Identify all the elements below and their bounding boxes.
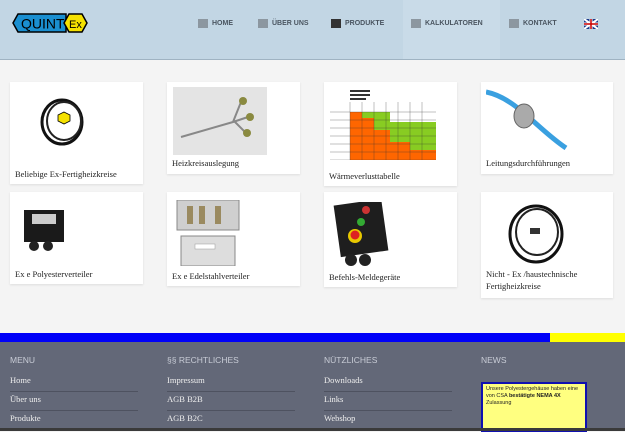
product-label: Beliebige Ex-Fertigheizkreise bbox=[15, 169, 117, 179]
cable-gland-image bbox=[486, 89, 568, 150]
nav-label: ÜBER UNS bbox=[272, 20, 309, 27]
product-label: Ex e Polyesterverteiler bbox=[15, 269, 93, 279]
product-label: Nicht - Ex /haustechnische Fertigheizkre… bbox=[486, 269, 578, 291]
nav-label: PRODUKTE bbox=[345, 20, 385, 27]
footer-link-downloads[interactable]: Downloads bbox=[324, 375, 452, 392]
product-label: Ex e Edelstahlverteiler bbox=[172, 271, 250, 281]
footer-heading: §§ RECHTLICHES bbox=[167, 355, 239, 365]
product-card-waermeverlusttabelle[interactable]: Wärmeverlusttabelle bbox=[324, 82, 457, 186]
footer-link-ueber-uns[interactable]: Über uns bbox=[10, 394, 138, 411]
product-card-edelstahlverteiler[interactable]: Ex e Edelstahlverteiler bbox=[167, 192, 300, 286]
nav-ueber-uns[interactable]: ÜBER UNS bbox=[250, 0, 317, 59]
product-card-polyesterverteiler[interactable]: Ex e Polyesterverteiler bbox=[10, 192, 143, 284]
control-station-image bbox=[333, 202, 389, 266]
calculator-icon bbox=[411, 19, 421, 28]
color-stripe bbox=[0, 333, 625, 342]
product-card-heizkreisauslegung[interactable]: Heizkreisauslegung bbox=[167, 82, 300, 174]
nav-label: HOME bbox=[212, 20, 233, 27]
nav-kalkulatoren[interactable]: KALKULATOREN bbox=[403, 0, 500, 59]
footer-link-home[interactable]: Home bbox=[10, 375, 138, 392]
footer-link-links[interactable]: Links bbox=[324, 394, 452, 411]
footer: MENU Home Über uns Produkte §§ RECHTLICH… bbox=[0, 342, 625, 432]
quintex-logo[interactable]: QUINT Ex bbox=[12, 13, 88, 33]
footer-link-agb-b2b[interactable]: AGB B2B bbox=[167, 394, 295, 411]
footer-heading: MENU bbox=[10, 355, 36, 365]
product-label: Heizkreisauslegung bbox=[172, 158, 240, 168]
home-icon bbox=[198, 19, 208, 28]
cable-image bbox=[508, 204, 564, 264]
news-text: Zulassung bbox=[486, 400, 512, 406]
product-card-befehls-meldegeraete[interactable]: Befehls-Meldegeräte bbox=[324, 192, 457, 287]
product-label: Befehls-Meldegeräte bbox=[329, 272, 401, 282]
color-stripe-yellow bbox=[550, 333, 625, 342]
product-card-nicht-ex-fertigheizkreise[interactable]: Nicht - Ex /haustechnische Fertigheizkre… bbox=[481, 192, 613, 298]
nav-label: KONTAKT bbox=[523, 20, 557, 27]
nav-produkte[interactable]: PRODUKTE bbox=[323, 0, 392, 59]
cable-image bbox=[40, 98, 84, 146]
uk-flag-icon bbox=[584, 18, 598, 29]
product-grid: Beliebige Ex-Fertigheizkreise Heizkreisa… bbox=[0, 61, 625, 333]
footer-heading: NÜTZLICHES bbox=[324, 355, 378, 365]
footer-heading: NEWS bbox=[481, 355, 507, 365]
logo-badge: Ex bbox=[69, 19, 82, 31]
header: QUINT Ex HOME ÜBER UNS PRODUKTE KALKULAT… bbox=[0, 0, 625, 60]
logo-text: QUINT bbox=[21, 16, 65, 32]
language-switch[interactable] bbox=[576, 0, 606, 59]
polyester-enclosure-image bbox=[24, 210, 64, 251]
footer-link-impressum[interactable]: Impressum bbox=[167, 375, 295, 392]
news-box[interactable]: Unsere Polyestergehäuse haben eine von C… bbox=[481, 382, 587, 432]
nav-home[interactable]: HOME bbox=[190, 0, 241, 59]
product-label: Leitungsdurchführungen bbox=[486, 158, 571, 168]
product-card-leitungsdurchfuehrungen[interactable]: Leitungsdurchführungen bbox=[481, 82, 613, 174]
stainless-enclosure-image bbox=[176, 200, 240, 266]
product-label: Wärmeverlusttabelle bbox=[329, 171, 400, 181]
envelope-icon bbox=[509, 19, 519, 28]
product-card-ex-fertigheizkreise[interactable]: Beliebige Ex-Fertigheizkreise bbox=[10, 82, 143, 184]
nav-kontakt[interactable]: KONTAKT bbox=[501, 0, 565, 59]
news-text-bold: bestätigte NEMA 4X bbox=[508, 393, 561, 399]
heat-loss-table-image bbox=[330, 90, 436, 160]
person-icon bbox=[258, 19, 268, 28]
gear-icon bbox=[331, 19, 341, 28]
nav-label: KALKULATOREN bbox=[425, 20, 483, 27]
heating-circuit-image bbox=[173, 87, 267, 155]
